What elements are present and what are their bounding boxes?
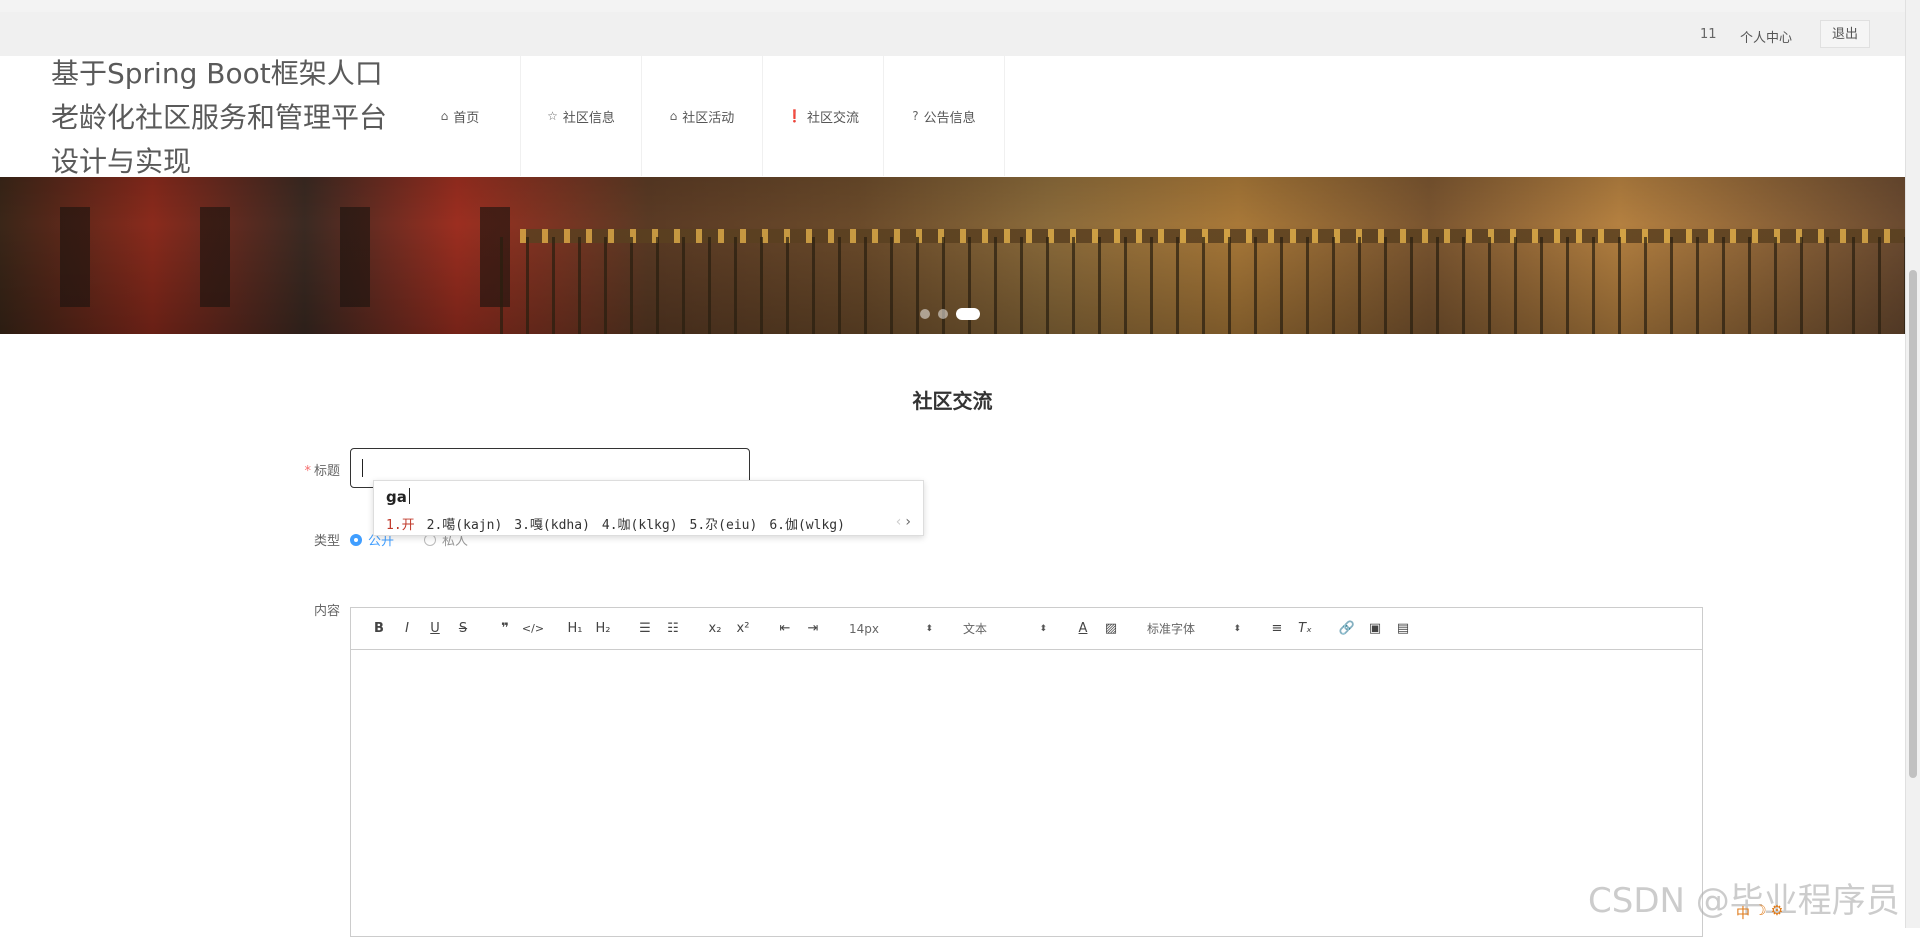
title-label: * 标题 bbox=[280, 460, 340, 479]
nav-item-label: 社区活动 bbox=[682, 110, 735, 126]
title-label-text: 标题 bbox=[313, 464, 340, 479]
nav-item-label: 社区信息 bbox=[562, 110, 615, 126]
editor-content-area[interactable] bbox=[351, 650, 1702, 930]
site-title: 基于Spring Boot框架人口老龄化社区服务和管理平台设计与实现 bbox=[51, 57, 388, 178]
ime-candidate[interactable]: 3.嘎(kdha) bbox=[514, 514, 590, 533]
ime-candidate[interactable]: 1.开 bbox=[386, 514, 415, 533]
ime-tray: 中 ☽ ⚙ bbox=[1736, 903, 1783, 923]
font-family-select[interactable]: 标准字体 ⬍ bbox=[1139, 617, 1249, 641]
font-size-select[interactable]: 14px ⬍ bbox=[841, 617, 941, 641]
main-nav: ⌂ 首页 ☆ 社区信息 ⌂ 社区活动 ❗ 社区交流 ? 公告信息 bbox=[400, 56, 1005, 176]
logout-button[interactable]: 退出 bbox=[1820, 20, 1870, 48]
home-icon: ⌂ bbox=[440, 109, 449, 123]
scrollbar-thumb[interactable] bbox=[1909, 270, 1917, 778]
nav-item-announcements[interactable]: ? 公告信息 bbox=[884, 56, 1005, 176]
align-icon[interactable]: ≡ bbox=[1263, 617, 1291, 641]
carousel-indicators bbox=[920, 308, 980, 320]
question-circle-icon: ? bbox=[912, 109, 919, 123]
content-label: 内容 bbox=[313, 604, 340, 619]
sort-arrows-icon: ⬍ bbox=[925, 623, 933, 634]
sort-arrows-icon: ⬍ bbox=[1039, 623, 1047, 634]
editor-toolbar: B I U S ❞ </> H₁ H₂ ☰ ☷ x₂ x² ⇤ ⇥ 14px ⬍… bbox=[351, 608, 1702, 650]
user-id: 11 bbox=[1700, 27, 1717, 42]
header1-button[interactable]: H₁ bbox=[561, 617, 589, 641]
banner-carousel bbox=[0, 177, 1905, 334]
star-icon: ☆ bbox=[547, 109, 558, 123]
strike-button[interactable]: S bbox=[449, 617, 477, 641]
nav-item-label: 社区交流 bbox=[806, 110, 859, 126]
nav-item-community-activity[interactable]: ⌂ 社区活动 bbox=[642, 56, 763, 176]
type-label: 类型 bbox=[313, 534, 340, 549]
bullet-list-icon[interactable]: ☷ bbox=[659, 617, 687, 641]
nav-item-label: 公告信息 bbox=[923, 110, 976, 126]
block-format-select[interactable]: 文本 ⬍ bbox=[955, 617, 1055, 641]
outdent-icon[interactable]: ⇤ bbox=[771, 617, 799, 641]
ordered-list-icon[interactable]: ☰ bbox=[631, 617, 659, 641]
bold-button[interactable]: B bbox=[365, 617, 393, 641]
top-bar: 11 个人中心 退出 bbox=[0, 12, 1905, 56]
font-color-icon[interactable]: A bbox=[1069, 617, 1097, 641]
ime-candidate-list: 1.开 2.噶(kajn) 3.嘎(kdha) 4.咖(klkg) 5.尕(ei… bbox=[386, 514, 845, 533]
indent-icon[interactable]: ⇥ bbox=[799, 617, 827, 641]
ime-mode-indicator[interactable]: 中 bbox=[1736, 903, 1750, 923]
italic-button[interactable]: I bbox=[393, 617, 421, 641]
radio-circle bbox=[350, 533, 362, 546]
bag-icon: ⌂ bbox=[669, 109, 678, 123]
clear-format-icon[interactable]: Tₓ bbox=[1291, 617, 1319, 641]
code-block-icon[interactable]: </> bbox=[519, 617, 547, 641]
image-icon[interactable]: ▣ bbox=[1361, 617, 1389, 641]
gear-icon[interactable]: ⚙ bbox=[1771, 903, 1784, 923]
header2-button[interactable]: H₂ bbox=[589, 617, 617, 641]
ime-page-arrows: ‹ › bbox=[896, 514, 911, 530]
video-icon[interactable]: ▤ bbox=[1389, 617, 1417, 641]
banner-image-buildings bbox=[0, 207, 560, 307]
block-format-value: 文本 bbox=[963, 622, 988, 636]
nav-item-community-exchange[interactable]: ❗ 社区交流 bbox=[763, 56, 884, 176]
ime-candidate[interactable]: 6.伽(wlkg) bbox=[769, 514, 845, 533]
font-size-value: 14px bbox=[849, 621, 879, 636]
font-family-value: 标准字体 bbox=[1147, 622, 1196, 636]
link-icon[interactable]: 🔗 bbox=[1333, 617, 1361, 641]
page-title: 社区交流 bbox=[912, 389, 993, 413]
text-caret bbox=[362, 459, 363, 477]
exclamation-circle-icon: ❗ bbox=[787, 109, 802, 123]
user-center-link[interactable]: 个人中心 bbox=[1740, 27, 1792, 46]
banner-image-railing bbox=[500, 237, 1905, 334]
moon-icon[interactable]: ☽ bbox=[1754, 903, 1767, 923]
carousel-dot[interactable] bbox=[938, 309, 948, 319]
rich-text-editor: B I U S ❞ </> H₁ H₂ ☰ ☷ x₂ x² ⇤ ⇥ 14px ⬍… bbox=[350, 607, 1703, 937]
ime-pinyin: ga bbox=[386, 488, 410, 506]
subscript-button[interactable]: x₂ bbox=[701, 617, 729, 641]
background-color-icon[interactable]: ▨ bbox=[1097, 617, 1125, 641]
blockquote-icon[interactable]: ❞ bbox=[491, 617, 519, 641]
page-scrollbar[interactable] bbox=[1905, 0, 1920, 928]
ime-candidate[interactable]: 2.噶(kajn) bbox=[427, 514, 503, 533]
ime-candidate[interactable]: 4.咖(klkg) bbox=[602, 514, 678, 533]
required-mark: * bbox=[304, 464, 311, 479]
chevron-right-icon[interactable]: › bbox=[905, 514, 911, 530]
underline-button[interactable]: U bbox=[421, 617, 449, 641]
ime-candidate[interactable]: 5.尕(eiu) bbox=[690, 514, 758, 533]
nav-item-label: 首页 bbox=[453, 110, 480, 126]
ime-candidate-popup: ga 1.开 2.噶(kajn) 3.嘎(kdha) 4.咖(klkg) 5.尕… bbox=[373, 480, 924, 536]
chevron-left-icon[interactable]: ‹ bbox=[896, 514, 902, 530]
carousel-dot[interactable] bbox=[920, 309, 930, 319]
sort-arrows-icon: ⬍ bbox=[1233, 623, 1241, 634]
nav-item-community-info[interactable]: ☆ 社区信息 bbox=[521, 56, 642, 176]
nav-item-home[interactable]: ⌂ 首页 bbox=[400, 56, 521, 176]
carousel-dot-active[interactable] bbox=[956, 308, 980, 320]
superscript-button[interactable]: x² bbox=[729, 617, 757, 641]
